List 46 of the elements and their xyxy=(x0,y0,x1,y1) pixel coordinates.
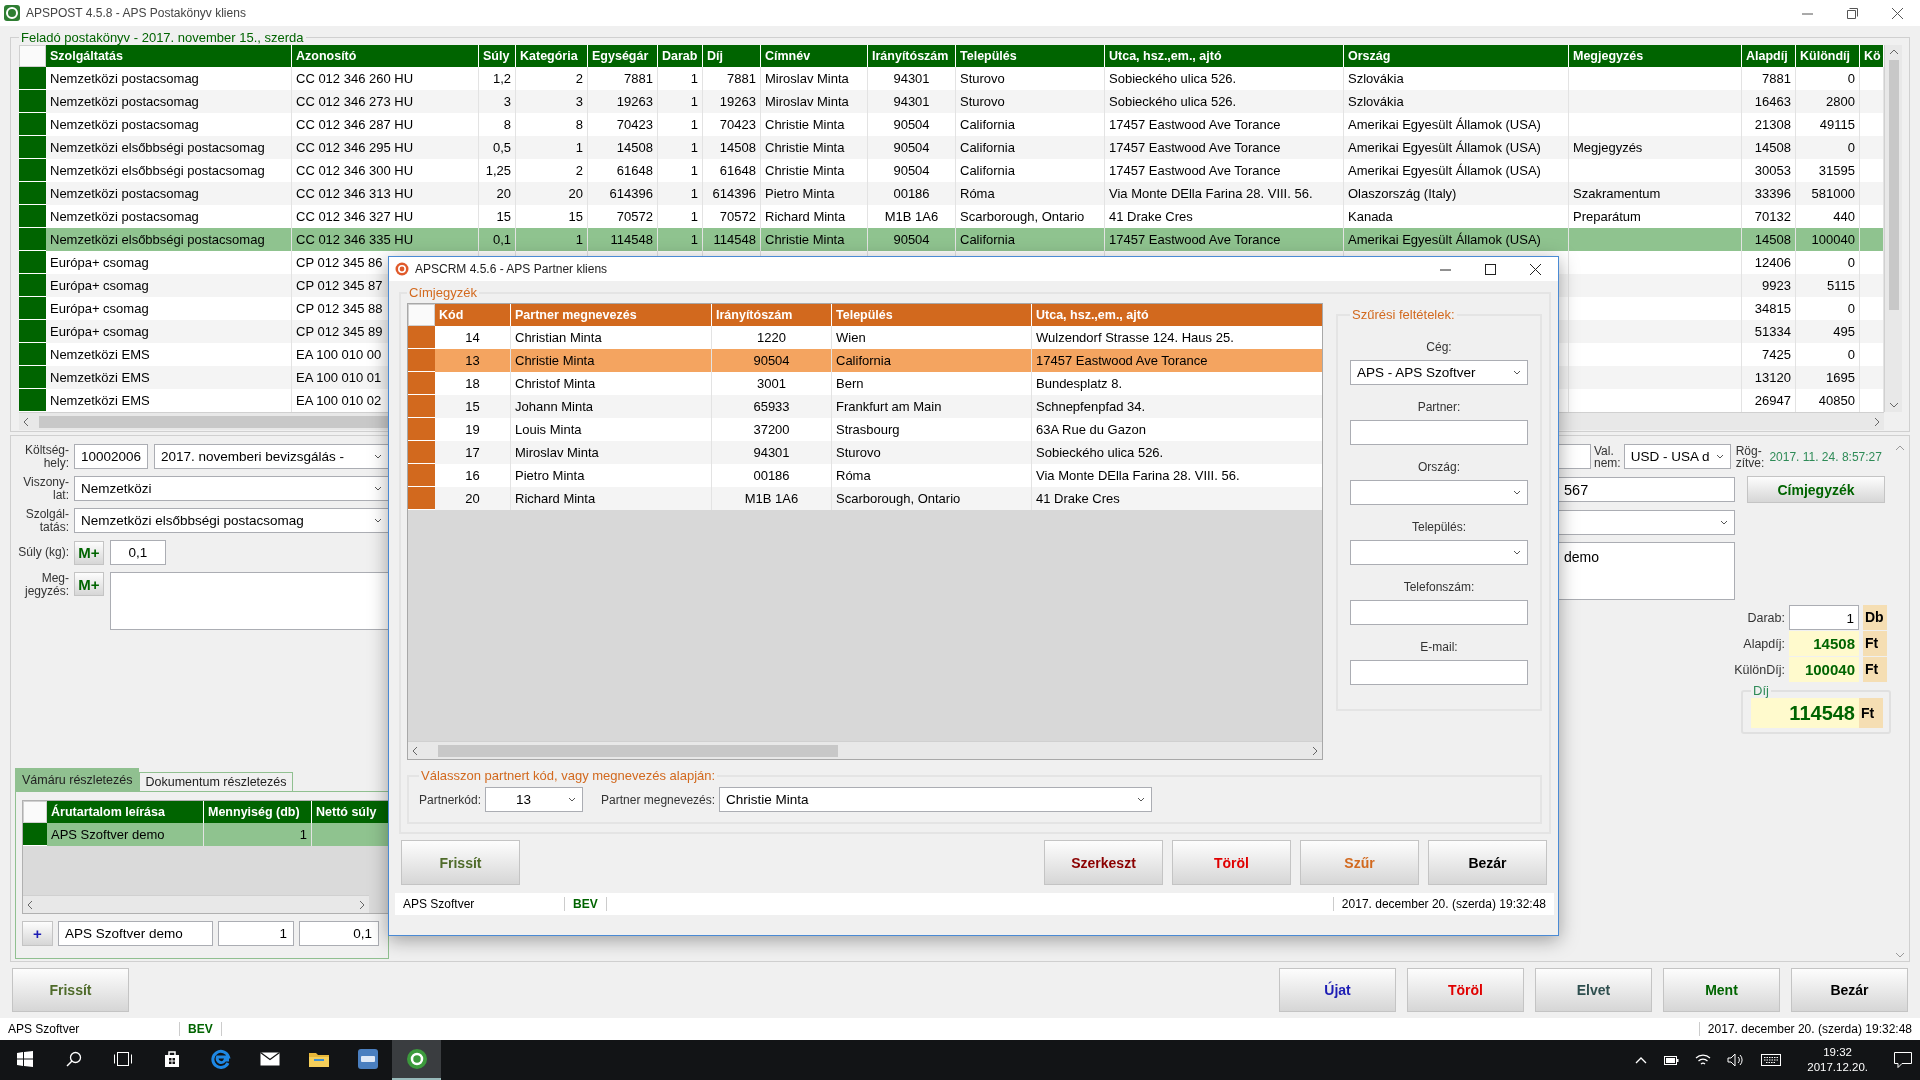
group-title: Feladó postakönyv - 2017. november 15., szerda xyxy=(20,30,305,45)
table-cell: Richard Minta xyxy=(511,487,712,510)
amount-value: 1 xyxy=(1789,605,1859,630)
field-label: Val. nem: xyxy=(1594,444,1621,469)
field-label: Cég: xyxy=(1426,340,1452,354)
status-text: 2017. december 20. (szerda) 19:32:48 xyxy=(1698,1022,1920,1036)
table-cell: 20 xyxy=(435,487,511,510)
field-label: Település: xyxy=(1411,520,1466,534)
unit-label: Ft xyxy=(1863,657,1887,682)
field-label: Alapdíj: xyxy=(1742,636,1785,651)
field-label: Szolgál- tatás: xyxy=(24,508,69,533)
window-title: APSPOST 4.5.8 - APS Postakönyv kliens xyxy=(26,6,246,20)
group-title: Válasszon partnert kód, vagy megnevezés alapján: xyxy=(420,768,717,783)
field-label: Ország: xyxy=(1418,460,1460,474)
field-label: KülönDíj: xyxy=(1733,662,1785,677)
field-label: Viszony- lat: xyxy=(22,476,69,501)
field-label: Partnerkód: xyxy=(419,792,482,807)
field-label: Darab: xyxy=(1746,610,1785,625)
field-label: Telefonszám: xyxy=(1403,580,1475,594)
field-label: Partner megnevezés: xyxy=(601,792,716,807)
status-text: BEV xyxy=(565,897,607,911)
group-title: Díj xyxy=(1752,683,1770,698)
status-text: BEV xyxy=(180,1022,222,1036)
table-cell: 1 xyxy=(204,823,312,846)
status-text: 2017. december 20. (szerda) 19:32:48 xyxy=(1332,897,1554,911)
field-label: Költség- hely: xyxy=(23,444,69,469)
field-label: Partner: xyxy=(1417,400,1461,414)
unit-label: Ft xyxy=(1859,698,1883,728)
unit-label: Ft xyxy=(1863,631,1887,656)
date-text: 2017. 11. 24. 8:57:27 xyxy=(1769,449,1882,464)
amount-value: 14508 xyxy=(1789,631,1859,656)
group-title: Címjegyzék xyxy=(408,285,478,300)
field-label: Meg- jegyzés: xyxy=(23,572,69,597)
unit-label: Db xyxy=(1863,605,1887,630)
status-text: APS Szoftver xyxy=(0,1022,180,1036)
table-cell: M1B 1A6 xyxy=(712,487,832,510)
field-label: E-mail: xyxy=(1420,640,1458,654)
field-label: Súly (kg): xyxy=(17,546,69,559)
total-value: 114548 xyxy=(1751,698,1859,728)
group-title: Szűrési feltételek: xyxy=(1351,307,1456,322)
amount-value: 100040 xyxy=(1789,657,1859,682)
table-cell: Scarborough, Ontario xyxy=(832,487,1032,510)
table-cell: APS Szoftver demo xyxy=(47,823,204,846)
table-cell: 41 Drake Cres xyxy=(1032,487,1322,510)
field-label: Rög- zítve: xyxy=(1735,444,1765,469)
status-text: APS Szoftver xyxy=(395,897,565,911)
